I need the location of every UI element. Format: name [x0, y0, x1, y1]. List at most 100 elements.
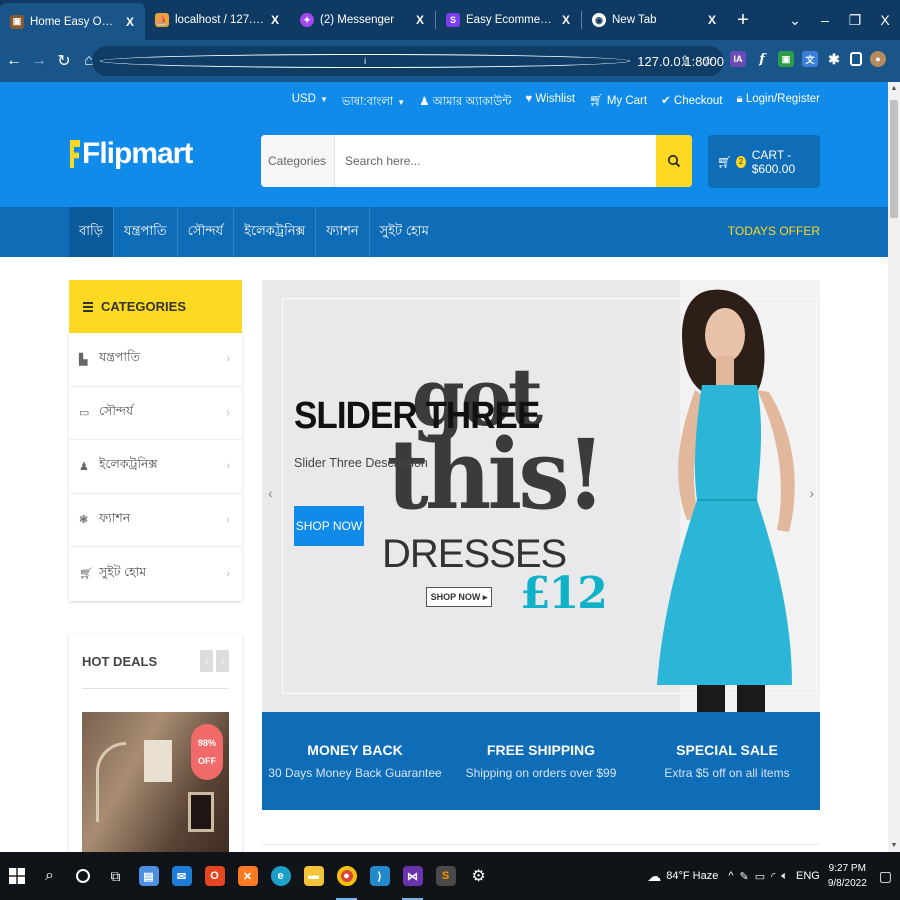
volume-icon[interactable]: 🔈︎ — [781, 870, 788, 883]
checkout-link[interactable]: ✔ Checkout — [661, 93, 722, 112]
search-button[interactable] — [656, 135, 692, 187]
close-window-button[interactable]: X — [870, 12, 900, 28]
slider-next-icon[interactable]: › — [809, 485, 814, 501]
nav-item-home[interactable]: বাড়ি — [69, 207, 115, 257]
site-logo[interactable]: Flipmart — [70, 137, 193, 171]
minimize-button[interactable]: – — [810, 12, 840, 28]
browser-menu-icon[interactable]: ⋮ — [894, 51, 900, 67]
prev-arrow-icon[interactable]: ‹ — [200, 650, 213, 672]
tab-title: New Tab — [612, 14, 657, 26]
site-info-icon[interactable]: i — [100, 54, 631, 68]
cortana-icon[interactable] — [66, 852, 99, 900]
start-button[interactable] — [0, 852, 33, 900]
vscode-app-icon[interactable]: ⟩ — [363, 852, 396, 900]
account-link[interactable]: ♟ আমার অ্যাকাউন্ট — [419, 93, 511, 112]
shop-now-button[interactable]: SHOP NOW — [294, 506, 364, 546]
todays-offer-link[interactable]: TODAYS OFFER — [728, 224, 820, 238]
scroll-up-icon[interactable]: ▲ — [888, 85, 900, 92]
file-explorer-icon[interactable]: ▬ — [297, 852, 330, 900]
categories-list: ▙ যন্ত্রপাতি › ▭ সৌন্দর্য › ♟ ইলেকট্রনিক… — [69, 333, 242, 601]
notepad-app-icon[interactable]: ▤ — [132, 852, 165, 900]
ia-extension-icon[interactable]: IA — [730, 51, 746, 67]
hot-deals-arrows: ‹ › — [200, 650, 229, 672]
windows-logo-icon — [8, 868, 25, 884]
mail-app-icon[interactable]: ✉ — [165, 852, 198, 900]
address-bar[interactable]: i 127.0.0.1:8000 ⇪ ☆ — [92, 46, 724, 76]
notification-icon[interactable]: ▢ — [879, 868, 892, 885]
search-input[interactable] — [335, 135, 656, 187]
profile-avatar-icon[interactable]: ● — [870, 51, 886, 67]
clock[interactable]: 9:27 PM 9/8/2022 — [828, 861, 867, 891]
sublime-app-icon[interactable]: S — [429, 852, 462, 900]
hot-deals-title: HOT DEALS — [82, 653, 158, 669]
hot-deal-product-image[interactable]: 98% OFF — [82, 712, 229, 864]
login-link[interactable]: 🔒︎ Login/Register — [737, 93, 820, 112]
visual-studio-app-icon[interactable]: ⋈ — [396, 852, 429, 900]
page-scrollbar[interactable]: ▲ ▼ — [888, 82, 900, 852]
browser-tab[interactable]: S Easy Ecommerce Admin - Da X — [436, 0, 581, 40]
wifi-icon[interactable]: ◜ — [771, 870, 775, 883]
search-category-select[interactable]: Categories▼ — [261, 135, 344, 187]
browser-tab[interactable]: ◉ New Tab X — [582, 0, 727, 40]
top-links: USD ▼ ভাষা:বাংলা ▼ ♟ আমার অ্যাকাউন্ট ♥ Wis… — [292, 93, 820, 112]
browser-tab[interactable]: ✦ (2) Messenger X — [290, 0, 435, 40]
tab-close-icon[interactable]: X — [268, 13, 282, 27]
chrome-app-icon[interactable]: ● — [330, 852, 363, 900]
tray-overflow-icon[interactable]: ^ — [728, 870, 733, 882]
weather-widget[interactable]: ☁ 84°F Haze — [647, 868, 718, 885]
currency-dropdown[interactable]: USD ▼ — [292, 93, 328, 112]
formula-extension-icon[interactable]: f — [754, 51, 770, 67]
translate-extension-icon[interactable]: 文 — [802, 51, 818, 67]
nav-item-electronics[interactable]: ইলেকট্রনিক্স — [234, 207, 317, 257]
task-view-icon[interactable]: ⧉ — [99, 852, 132, 900]
menu-list-icon — [83, 300, 93, 314]
bookmark-star-icon[interactable]: ☆ — [702, 53, 714, 69]
search-taskbar-icon[interactable]: ⌕ — [33, 852, 66, 900]
reload-icon[interactable]: ↻ — [53, 51, 75, 71]
input-language[interactable]: ENG — [796, 870, 820, 882]
tab-search-button[interactable]: ⌄ — [780, 12, 810, 29]
xampp-app-icon[interactable]: ✕ — [231, 852, 264, 900]
tab-close-icon[interactable]: X — [413, 13, 427, 27]
language-dropdown[interactable]: ভাষা:বাংলা ▼ — [342, 93, 405, 112]
nav-item-sweet-home[interactable]: সুইট হোম — [370, 207, 439, 257]
next-section-edge — [262, 844, 820, 852]
share-icon[interactable]: ⇪ — [679, 53, 690, 69]
tab-title: Home Easy Online Shop — [30, 15, 119, 28]
scrollbar-thumb[interactable] — [890, 100, 898, 218]
browser-tab[interactable]: ⛵ localhost / 127.0.0.1 / ecom / X — [145, 0, 290, 40]
settings-gear-icon[interactable]: ⚙ — [462, 852, 495, 900]
mycart-link[interactable]: 🛒︎ My Cart — [589, 93, 647, 112]
restore-button[interactable]: ❐ — [840, 12, 870, 29]
new-tab-button[interactable]: + — [727, 0, 759, 40]
battery-icon[interactable]: ▭ — [755, 870, 765, 883]
category-item-beauty[interactable]: ▭ সৌন্দর্য › — [69, 387, 242, 440]
tab-close-icon[interactable]: X — [705, 13, 719, 27]
category-item-fashion[interactable]: ❃ ফ্যাশন › — [69, 494, 242, 547]
slider-prev-icon[interactable]: ‹ — [268, 485, 273, 501]
nav-item-beauty[interactable]: সৌন্দর্য — [178, 207, 235, 257]
back-icon[interactable]: ← — [3, 52, 25, 70]
sidepanel-icon[interactable] — [850, 52, 862, 66]
office-app-icon[interactable]: O — [198, 852, 231, 900]
browser-tab-bar: ▣ Home Easy Online Shop X ⛵ localhost / … — [0, 0, 900, 40]
chevron-right-icon: › — [226, 460, 230, 473]
lamp-illustration — [96, 742, 126, 822]
nav-item-fashion[interactable]: ফ্যাশন — [316, 207, 370, 257]
category-item-sweet-home[interactable]: 🛒︎ সুইট হোম › — [69, 547, 242, 601]
forward-icon[interactable]: → — [28, 52, 50, 70]
edge-app-icon[interactable]: e — [264, 852, 297, 900]
cart-button[interactable]: 🛒︎ 2 CART - $600.00 — [708, 135, 820, 188]
category-item-electronics[interactable]: ♟ ইলেকট্রনিক্স › — [69, 440, 242, 494]
puzzle-extensions-icon[interactable]: ✱ — [826, 51, 842, 67]
next-arrow-icon[interactable]: › — [216, 650, 229, 672]
green-extension-icon[interactable]: ▣ — [778, 51, 794, 67]
nav-item-tools[interactable]: যন্ত্রপাতি — [114, 207, 178, 257]
scroll-down-icon[interactable]: ▼ — [888, 842, 900, 849]
tab-close-icon[interactable]: X — [123, 15, 137, 29]
tab-close-icon[interactable]: X — [559, 13, 573, 27]
category-item-tools[interactable]: ▙ যন্ত্রপাতি › — [69, 333, 242, 387]
wishlist-link[interactable]: ♥ Wishlist — [525, 93, 575, 112]
pen-icon[interactable]: ✎ — [739, 870, 748, 883]
browser-tab[interactable]: ▣ Home Easy Online Shop X — [0, 3, 145, 40]
